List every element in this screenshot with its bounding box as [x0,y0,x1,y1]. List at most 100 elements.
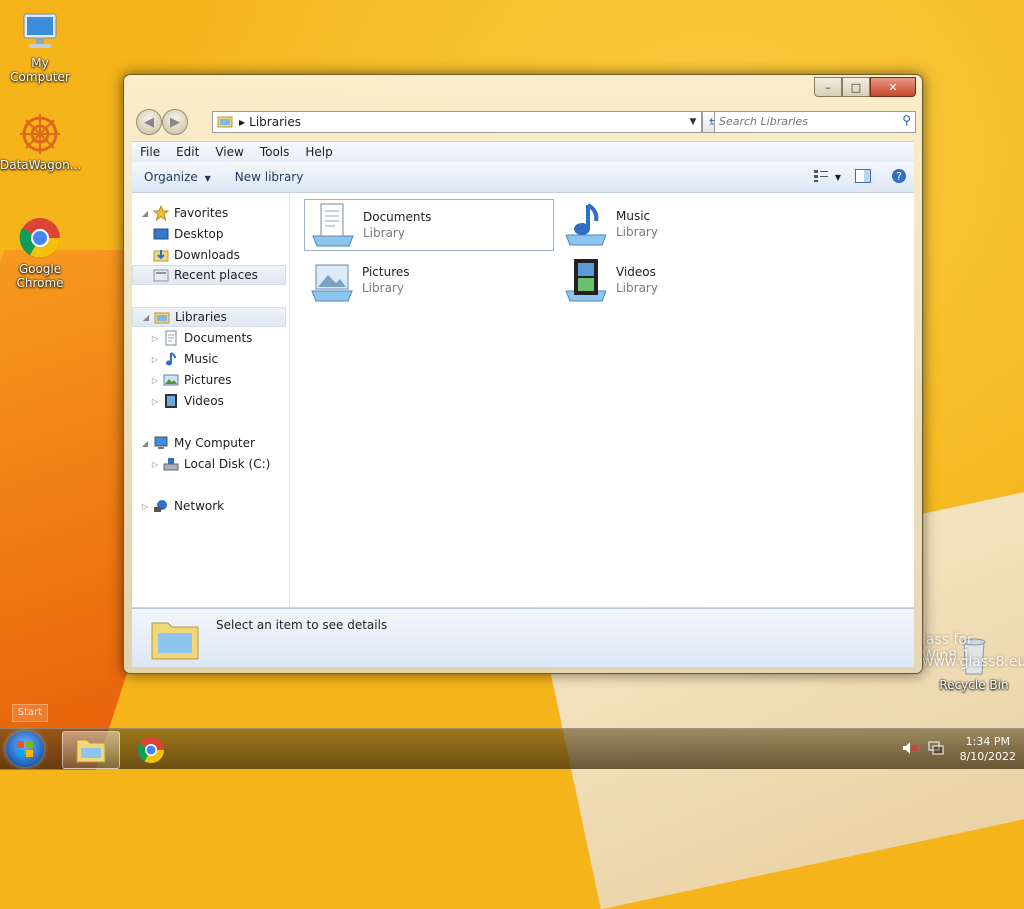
desktop-icon-label: DataWagon... [0,158,82,172]
menu-edit[interactable]: Edit [168,145,207,159]
computer-icon [153,435,169,451]
library-type: Library [363,226,405,240]
collapse-arrow-icon[interactable]: ▷ [150,397,160,406]
nav-local-disk[interactable]: ▷ Local Disk (C:) [150,454,270,474]
maximize-button[interactable]: □ [842,77,870,97]
collapse-arrow-icon[interactable]: ▷ [150,355,160,364]
address-bar[interactable]: ▶ Libraries ▼ [212,111,702,133]
music-library-icon [562,201,610,247]
windows-logo-icon [17,741,33,757]
menu-file[interactable]: File [132,145,168,159]
library-name: Videos [616,265,656,279]
library-type: Library [362,281,404,295]
taskbar-explorer-button[interactable] [62,731,120,769]
desktop-icon-google-chrome[interactable]: Google Chrome [0,216,80,290]
nav-label: Pictures [184,373,232,387]
collapse-arrow-icon[interactable]: ▷ [150,334,160,343]
nav-label: Network [174,499,225,513]
expand-arrow-icon[interactable]: ◢ [141,313,151,322]
back-button[interactable]: ◀ [136,109,162,135]
nav-recent-places[interactable]: Recent places [132,265,286,285]
caption-buttons: – □ ✕ [814,77,916,97]
breadcrumb-libraries[interactable]: Libraries [249,115,301,129]
menu-tools[interactable]: Tools [252,145,298,159]
library-type: Library [616,281,658,295]
search-icon[interactable]: ⚲ [902,113,911,127]
start-button[interactable] [6,731,44,767]
address-dropdown-button[interactable]: ▼ [685,112,701,132]
change-view-button[interactable]: ▼ [812,166,842,188]
nav-downloads[interactable]: Downloads [150,245,240,265]
nav-music[interactable]: ▷ Music [150,349,218,369]
search-box[interactable]: ⚲ [714,111,916,133]
nav-label: Favorites [174,206,229,220]
desktop-icon-datawagon[interactable]: DataWagon... [0,112,82,172]
videos-library-icon [562,257,610,303]
volume-muted-icon[interactable] [902,741,918,758]
nav-my-computer[interactable]: ◢ My Computer [140,433,255,453]
taskbar-chrome-button[interactable] [122,731,180,769]
nav-desktop[interactable]: Desktop [150,224,224,244]
clock[interactable]: 1:34 PM 8/10/2022 [960,734,1016,764]
command-bar-right: ▼ ? [812,162,914,192]
hard-drive-icon [163,456,179,472]
nav-libraries[interactable]: ◢ Libraries [132,307,286,327]
arrow-right-icon: ▶ [170,114,180,130]
forward-button[interactable]: ▶ [162,109,188,135]
nav-label: Desktop [174,227,224,241]
minimize-button[interactable]: – [814,77,842,97]
documents-library-icon [309,202,357,248]
nav-label: Recent places [174,268,258,282]
library-tile-documents[interactable]: Documents Library [304,199,554,251]
nav-label: Videos [184,394,224,408]
close-button[interactable]: ✕ [870,77,916,97]
navigation-row: ◀ ▶ ▶ Libraries ▼ ⇆ ⚲ [132,108,916,136]
nav-label: Documents [184,331,253,345]
search-input[interactable] [715,112,893,130]
new-library-button[interactable]: New library [223,170,316,184]
help-icon: ? [891,168,907,187]
expand-arrow-icon[interactable]: ◢ [140,439,150,448]
menu-help[interactable]: Help [297,145,340,159]
libraries-icon [154,309,170,325]
nav-label: My Computer [174,436,255,450]
pictures-icon [163,372,179,388]
nav-pictures[interactable]: ▷ Pictures [150,370,232,390]
menu-view[interactable]: View [207,145,251,159]
library-tile-videos[interactable]: Videos Library [558,255,806,305]
view-options-icon [813,169,829,186]
details-message: Select an item to see details [216,618,388,632]
nav-network[interactable]: ▷ Network [140,496,224,516]
recent-places-icon [153,267,169,283]
library-content-pane: Documents Library Music Library Pictures… [290,193,914,607]
library-type: Library [616,225,658,239]
library-tile-music[interactable]: Music Library [558,199,806,249]
pictures-library-icon [308,257,356,303]
organize-button[interactable]: Organize ▼ [132,170,223,184]
nav-videos[interactable]: ▷ Videos [150,391,224,411]
explorer-window: – □ ✕ ◀ ▶ ▶ Libraries ▼ ⇆ ⚲ File Edit Vi… [123,74,923,674]
svg-text:?: ? [896,170,902,183]
nav-label: Libraries [175,310,227,324]
chevron-down-icon: ▼ [834,172,842,182]
arrow-left-icon: ◀ [144,114,154,130]
documents-icon [163,330,179,346]
preview-pane-button[interactable] [848,166,878,188]
collapse-arrow-icon[interactable]: ▷ [150,460,160,469]
nav-documents[interactable]: ▷ Documents [150,328,252,348]
nav-favorites[interactable]: ◢ Favorites [140,203,228,223]
network-tray-icon[interactable] [928,741,944,758]
navigation-pane: ◢ Favorites Desktop Downloads Recent pla… [132,193,290,607]
chrome-icon [137,737,165,764]
watermark-line2: www.glass8.eu [922,654,1024,670]
folder-icon [76,739,106,763]
nav-label: Local Disk (C:) [184,457,271,471]
collapse-arrow-icon[interactable]: ▷ [150,376,160,385]
library-tile-pictures[interactable]: Pictures Library [304,255,552,305]
expand-arrow-icon[interactable]: ◢ [140,209,150,218]
clock-time: 1:34 PM [965,735,1010,748]
collapse-arrow-icon[interactable]: ▷ [140,502,150,511]
desktop-icon-my-computer[interactable]: My Computer [0,10,80,84]
taskbar: 1:34 PM 8/10/2022 [0,728,1024,769]
help-button[interactable]: ? [884,166,914,188]
